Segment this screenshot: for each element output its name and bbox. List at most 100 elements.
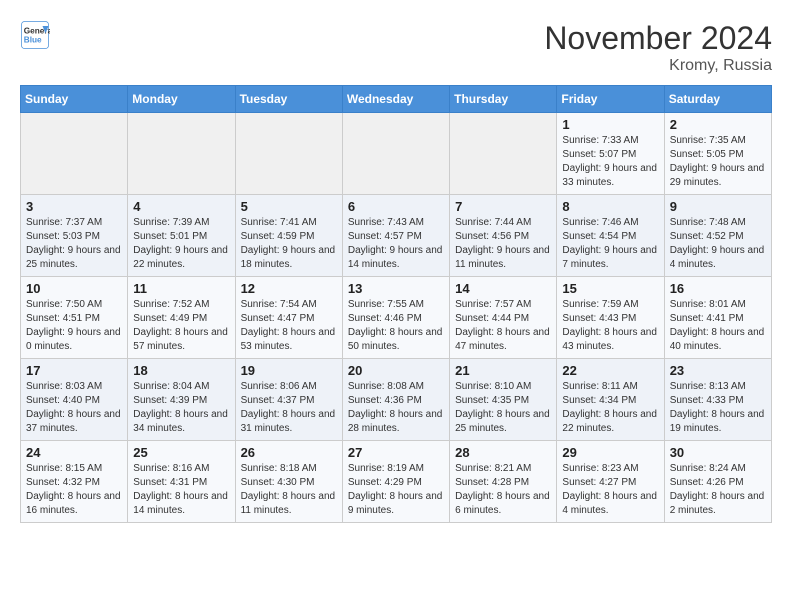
day-number: 26: [241, 445, 337, 460]
calendar-cell: 1 Sunrise: 7:33 AM Sunset: 5:07 PM Daylig…: [557, 113, 664, 195]
calendar-cell: 10Sunrise: 7:50 AM Sunset: 4:51 PM Dayli…: [21, 277, 128, 359]
day-number: 17: [26, 363, 122, 378]
calendar-cell: 11 Sunrise: 7:52 AM Sunset: 4:49 PM Dayli…: [128, 277, 235, 359]
day-number: 21: [455, 363, 551, 378]
calendar-cell: [450, 113, 557, 195]
calendar-cell: 24Sunrise: 8:15 AM Sunset: 4:32 PM Dayli…: [21, 441, 128, 523]
day-info: Sunrise: 8:04 AM Sunset: 4:39 PM Dayligh…: [133, 380, 229, 436]
weekday-header-monday: Monday: [128, 86, 235, 113]
day-info: Sunrise: 8:11 AM Sunset: 4:34 PM Dayligh…: [562, 380, 658, 436]
day-info: Sunrise: 7:33 AM Sunset: 5:07 PM Dayligh…: [562, 134, 658, 190]
calendar-cell: 23 Sunrise: 8:13 AM Sunset: 4:33 PM Dayli…: [664, 359, 771, 441]
calendar-week-4: 17 Sunrise: 8:03 AM Sunset: 4:40 PM Dayli…: [21, 359, 772, 441]
calendar-cell: 4 Sunrise: 7:39 AM Sunset: 5:01 PM Daylig…: [128, 195, 235, 277]
calendar-cell: 30 Sunrise: 8:24 AM Sunset: 4:26 PM Dayli…: [664, 441, 771, 523]
calendar-cell: 29 Sunrise: 8:23 AM Sunset: 4:27 PM Dayli…: [557, 441, 664, 523]
calendar-cell: 20 Sunrise: 8:08 AM Sunset: 4:36 PM Dayli…: [342, 359, 449, 441]
day-number: 12: [241, 281, 337, 296]
calendar-cell: 17 Sunrise: 8:03 AM Sunset: 4:40 PM Dayli…: [21, 359, 128, 441]
month-title: November 2024: [544, 20, 772, 57]
day-info: Sunrise: 7:57 AM Sunset: 4:44 PM Dayligh…: [455, 298, 551, 354]
weekday-header-wednesday: Wednesday: [342, 86, 449, 113]
day-number: 9: [670, 199, 766, 214]
day-number: 27: [348, 445, 444, 460]
calendar-cell: 15 Sunrise: 7:59 AM Sunset: 4:43 PM Dayli…: [557, 277, 664, 359]
calendar-cell: 12 Sunrise: 7:54 AM Sunset: 4:47 PM Dayli…: [235, 277, 342, 359]
day-info: Sunrise: 7:52 AM Sunset: 4:49 PM Dayligh…: [133, 298, 229, 354]
day-info: Sunrise: 8:19 AM Sunset: 4:29 PM Dayligh…: [348, 462, 444, 518]
day-info: Sunrise: 8:03 AM Sunset: 4:40 PM Dayligh…: [26, 380, 122, 436]
title-area: November 2024 Kromy, Russia: [544, 20, 772, 75]
day-info: Sunrise: 8:06 AM Sunset: 4:37 PM Dayligh…: [241, 380, 337, 436]
day-number: 25: [133, 445, 229, 460]
day-info: Sunrise: 7:50 AM Sunset: 4:51 PM Dayligh…: [26, 298, 122, 354]
day-info: Sunrise: 8:15 AM Sunset: 4:32 PM Dayligh…: [26, 462, 122, 518]
calendar-cell: [235, 113, 342, 195]
day-number: 23: [670, 363, 766, 378]
day-info: Sunrise: 8:16 AM Sunset: 4:31 PM Dayligh…: [133, 462, 229, 518]
calendar-cell: [342, 113, 449, 195]
day-info: Sunrise: 7:54 AM Sunset: 4:47 PM Dayligh…: [241, 298, 337, 354]
day-info: Sunrise: 7:59 AM Sunset: 4:43 PM Dayligh…: [562, 298, 658, 354]
day-number: 11: [133, 281, 229, 296]
day-info: Sunrise: 8:01 AM Sunset: 4:41 PM Dayligh…: [670, 298, 766, 354]
calendar-cell: 7 Sunrise: 7:44 AM Sunset: 4:56 PM Daylig…: [450, 195, 557, 277]
calendar-cell: 13 Sunrise: 7:55 AM Sunset: 4:46 PM Dayli…: [342, 277, 449, 359]
day-number: 7: [455, 199, 551, 214]
calendar-cell: 18 Sunrise: 8:04 AM Sunset: 4:39 PM Dayli…: [128, 359, 235, 441]
calendar-cell: 21 Sunrise: 8:10 AM Sunset: 4:35 PM Dayli…: [450, 359, 557, 441]
day-info: Sunrise: 7:46 AM Sunset: 4:54 PM Dayligh…: [562, 216, 658, 272]
day-number: 1: [562, 117, 658, 132]
day-number: 20: [348, 363, 444, 378]
calendar-week-3: 10Sunrise: 7:50 AM Sunset: 4:51 PM Dayli…: [21, 277, 772, 359]
calendar-cell: 6Sunrise: 7:43 AM Sunset: 4:57 PM Daylig…: [342, 195, 449, 277]
weekday-header-friday: Friday: [557, 86, 664, 113]
calendar-cell: [128, 113, 235, 195]
day-info: Sunrise: 7:39 AM Sunset: 5:01 PM Dayligh…: [133, 216, 229, 272]
day-number: 3: [26, 199, 122, 214]
day-info: Sunrise: 8:24 AM Sunset: 4:26 PM Dayligh…: [670, 462, 766, 518]
logo: General Blue: [20, 20, 50, 50]
calendar-cell: 25 Sunrise: 8:16 AM Sunset: 4:31 PM Dayli…: [128, 441, 235, 523]
calendar-week-1: 1 Sunrise: 7:33 AM Sunset: 5:07 PM Daylig…: [21, 113, 772, 195]
weekday-header-saturday: Saturday: [664, 86, 771, 113]
calendar-cell: 16 Sunrise: 8:01 AM Sunset: 4:41 PM Dayli…: [664, 277, 771, 359]
day-number: 15: [562, 281, 658, 296]
calendar-week-2: 3Sunrise: 7:37 AM Sunset: 5:03 PM Daylig…: [21, 195, 772, 277]
day-number: 13: [348, 281, 444, 296]
day-number: 4: [133, 199, 229, 214]
calendar-cell: [21, 113, 128, 195]
day-info: Sunrise: 8:08 AM Sunset: 4:36 PM Dayligh…: [348, 380, 444, 436]
calendar-cell: 28Sunrise: 8:21 AM Sunset: 4:28 PM Dayli…: [450, 441, 557, 523]
calendar-cell: 27 Sunrise: 8:19 AM Sunset: 4:29 PM Dayli…: [342, 441, 449, 523]
day-number: 2: [670, 117, 766, 132]
day-info: Sunrise: 7:55 AM Sunset: 4:46 PM Dayligh…: [348, 298, 444, 354]
calendar-cell: 3Sunrise: 7:37 AM Sunset: 5:03 PM Daylig…: [21, 195, 128, 277]
day-info: Sunrise: 8:13 AM Sunset: 4:33 PM Dayligh…: [670, 380, 766, 436]
weekday-header-thursday: Thursday: [450, 86, 557, 113]
day-number: 29: [562, 445, 658, 460]
location: Kromy, Russia: [544, 57, 772, 75]
calendar-cell: 2 Sunrise: 7:35 AM Sunset: 5:05 PM Daylig…: [664, 113, 771, 195]
calendar-cell: 22Sunrise: 8:11 AM Sunset: 4:34 PM Dayli…: [557, 359, 664, 441]
day-number: 8: [562, 199, 658, 214]
calendar-cell: 14Sunrise: 7:57 AM Sunset: 4:44 PM Dayli…: [450, 277, 557, 359]
calendar-cell: 26Sunrise: 8:18 AM Sunset: 4:30 PM Dayli…: [235, 441, 342, 523]
calendar-week-5: 24Sunrise: 8:15 AM Sunset: 4:32 PM Dayli…: [21, 441, 772, 523]
day-info: Sunrise: 8:23 AM Sunset: 4:27 PM Dayligh…: [562, 462, 658, 518]
day-info: Sunrise: 8:10 AM Sunset: 4:35 PM Dayligh…: [455, 380, 551, 436]
day-number: 18: [133, 363, 229, 378]
day-info: Sunrise: 7:48 AM Sunset: 4:52 PM Dayligh…: [670, 216, 766, 272]
svg-text:Blue: Blue: [24, 36, 42, 45]
calendar-table: SundayMondayTuesdayWednesdayThursdayFrid…: [20, 85, 772, 523]
calendar-cell: 5Sunrise: 7:41 AM Sunset: 4:59 PM Daylig…: [235, 195, 342, 277]
day-number: 30: [670, 445, 766, 460]
day-number: 6: [348, 199, 444, 214]
calendar-cell: 8 Sunrise: 7:46 AM Sunset: 4:54 PM Daylig…: [557, 195, 664, 277]
day-info: Sunrise: 7:44 AM Sunset: 4:56 PM Dayligh…: [455, 216, 551, 272]
day-info: Sunrise: 7:35 AM Sunset: 5:05 PM Dayligh…: [670, 134, 766, 190]
day-number: 28: [455, 445, 551, 460]
day-number: 16: [670, 281, 766, 296]
page-header: General Blue November 2024 Kromy, Russia: [20, 20, 772, 75]
day-number: 19: [241, 363, 337, 378]
